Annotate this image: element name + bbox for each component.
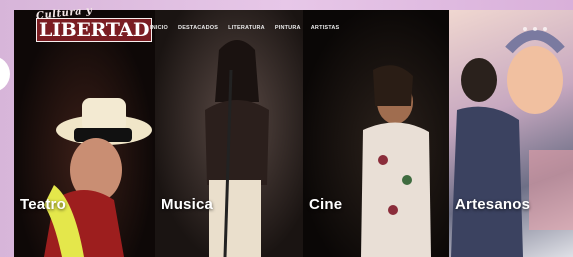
- side-scroll-button[interactable]: [0, 56, 10, 92]
- panel-cine[interactable]: Cine: [303, 10, 449, 257]
- panel-label-cine: Cine: [309, 196, 343, 213]
- panel-artesanos[interactable]: Artesanos: [449, 10, 573, 257]
- panel-musica[interactable]: Musica: [155, 10, 303, 257]
- header-icons: [523, 27, 547, 31]
- nav-item-artistas[interactable]: ARTISTAS: [311, 25, 340, 31]
- cine-photo: [361, 65, 431, 257]
- social-dot-icon[interactable]: [543, 27, 547, 31]
- site-logo[interactable]: Cultura y LIBERTAD: [36, 5, 153, 48]
- logo-line2: LIBERTAD: [36, 18, 153, 42]
- nav-item-pintura[interactable]: PINTURA: [275, 25, 301, 31]
- artesanos-photo: [451, 30, 573, 257]
- panel-label-teatro: Teatro: [20, 196, 66, 213]
- social-dot-icon[interactable]: [523, 27, 527, 31]
- panel-label-artesanos: Artesanos: [455, 196, 531, 213]
- nav-item-inicio[interactable]: INICIO: [150, 25, 168, 31]
- panel-label-musica: Musica: [161, 196, 214, 213]
- nav-item-literatura[interactable]: LITERATURA: [228, 25, 265, 31]
- nav-item-destacados[interactable]: DESTACADOS: [178, 25, 218, 31]
- musica-photo: [205, 40, 269, 257]
- social-dot-icon[interactable]: [533, 27, 537, 31]
- main-nav: INICIO DESTACADOS LITERATURA PINTURA ART…: [150, 25, 339, 31]
